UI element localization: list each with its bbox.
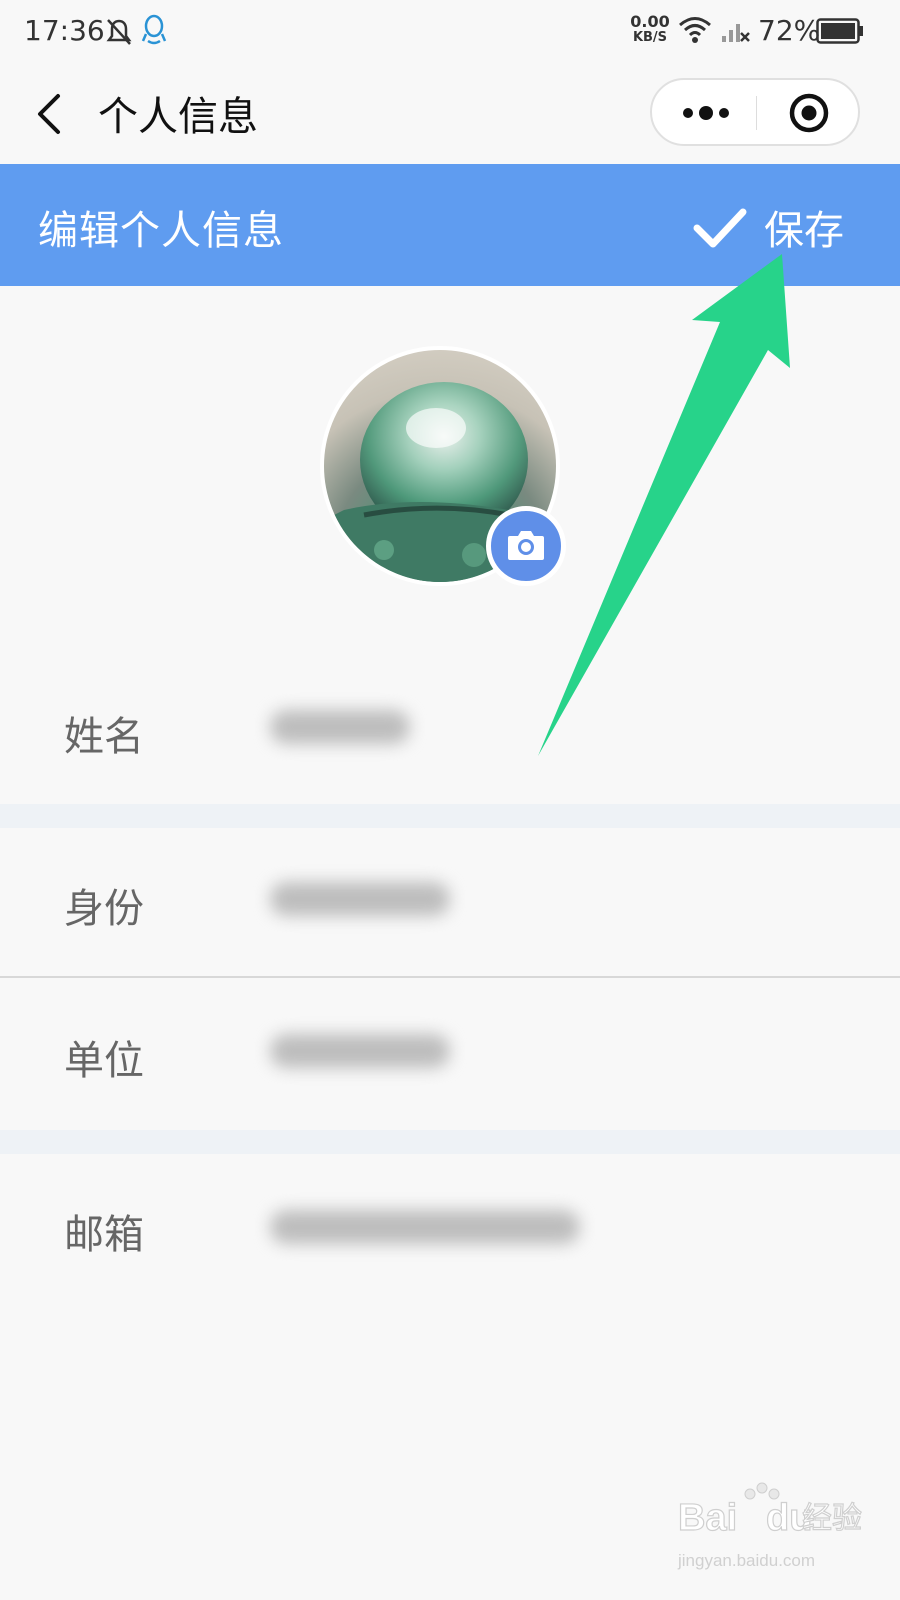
edit-header: 编辑个人信息 保存 <box>0 164 900 286</box>
nav-bar: 个人信息 <box>0 64 900 164</box>
page-title: 个人信息 <box>98 94 258 140</box>
form-row-identity[interactable]: 身份 <box>0 830 900 976</box>
signal-icon <box>722 24 750 42</box>
unit-value-blurred <box>270 1034 450 1068</box>
qq-icon <box>141 14 167 45</box>
field-label-name: 姓名 <box>64 714 144 760</box>
battery-icon <box>816 18 863 44</box>
watermark-url: jingyan.baidu.com <box>677 1551 815 1570</box>
name-value-blurred <box>270 710 410 744</box>
more-dots-icon[interactable] <box>680 98 732 128</box>
wifi-icon <box>679 17 711 43</box>
mini-program-capsule <box>650 78 860 146</box>
change-avatar-button[interactable] <box>486 506 566 586</box>
baidu-jingyan-watermark: Bai du 经验 jingyan.baidu.com <box>677 1482 863 1570</box>
edit-header-title: 编辑个人信息 <box>38 208 284 254</box>
form-row-unit[interactable]: 单位 <box>0 980 900 1128</box>
save-label: 保存 <box>764 208 844 254</box>
save-button[interactable]: 保存 <box>688 192 868 262</box>
watermark-product: 经验 <box>802 1501 862 1536</box>
battery-percent: 72% <box>758 14 821 47</box>
status-bar: 17:36 0.00 KB/S 72% <box>0 0 900 64</box>
section-gap <box>0 804 900 828</box>
identity-value-blurred <box>270 882 450 916</box>
form-row-name[interactable]: 姓名 <box>0 680 900 800</box>
watermark-brand: Bai <box>678 1497 737 1539</box>
field-label-unit: 单位 <box>64 1038 144 1084</box>
net-speed: 0.00 KB/S <box>628 14 672 46</box>
section-gap <box>0 1130 900 1154</box>
status-time: 17:36 <box>24 14 105 47</box>
net-speed-value: 0.00 <box>630 12 670 31</box>
bell-off-icon <box>106 19 132 45</box>
email-value-blurred <box>270 1210 580 1244</box>
field-label-email: 邮箱 <box>64 1212 144 1258</box>
net-speed-unit: KB/S <box>632 30 668 45</box>
target-icon[interactable] <box>788 92 830 134</box>
form-row-email[interactable]: 邮箱 <box>0 1156 900 1296</box>
chevron-left-icon[interactable] <box>30 88 70 140</box>
row-divider <box>0 976 900 978</box>
camera-icon <box>508 531 544 560</box>
check-icon <box>693 208 747 248</box>
capsule-divider <box>756 96 757 130</box>
field-label-identity: 身份 <box>64 886 144 932</box>
